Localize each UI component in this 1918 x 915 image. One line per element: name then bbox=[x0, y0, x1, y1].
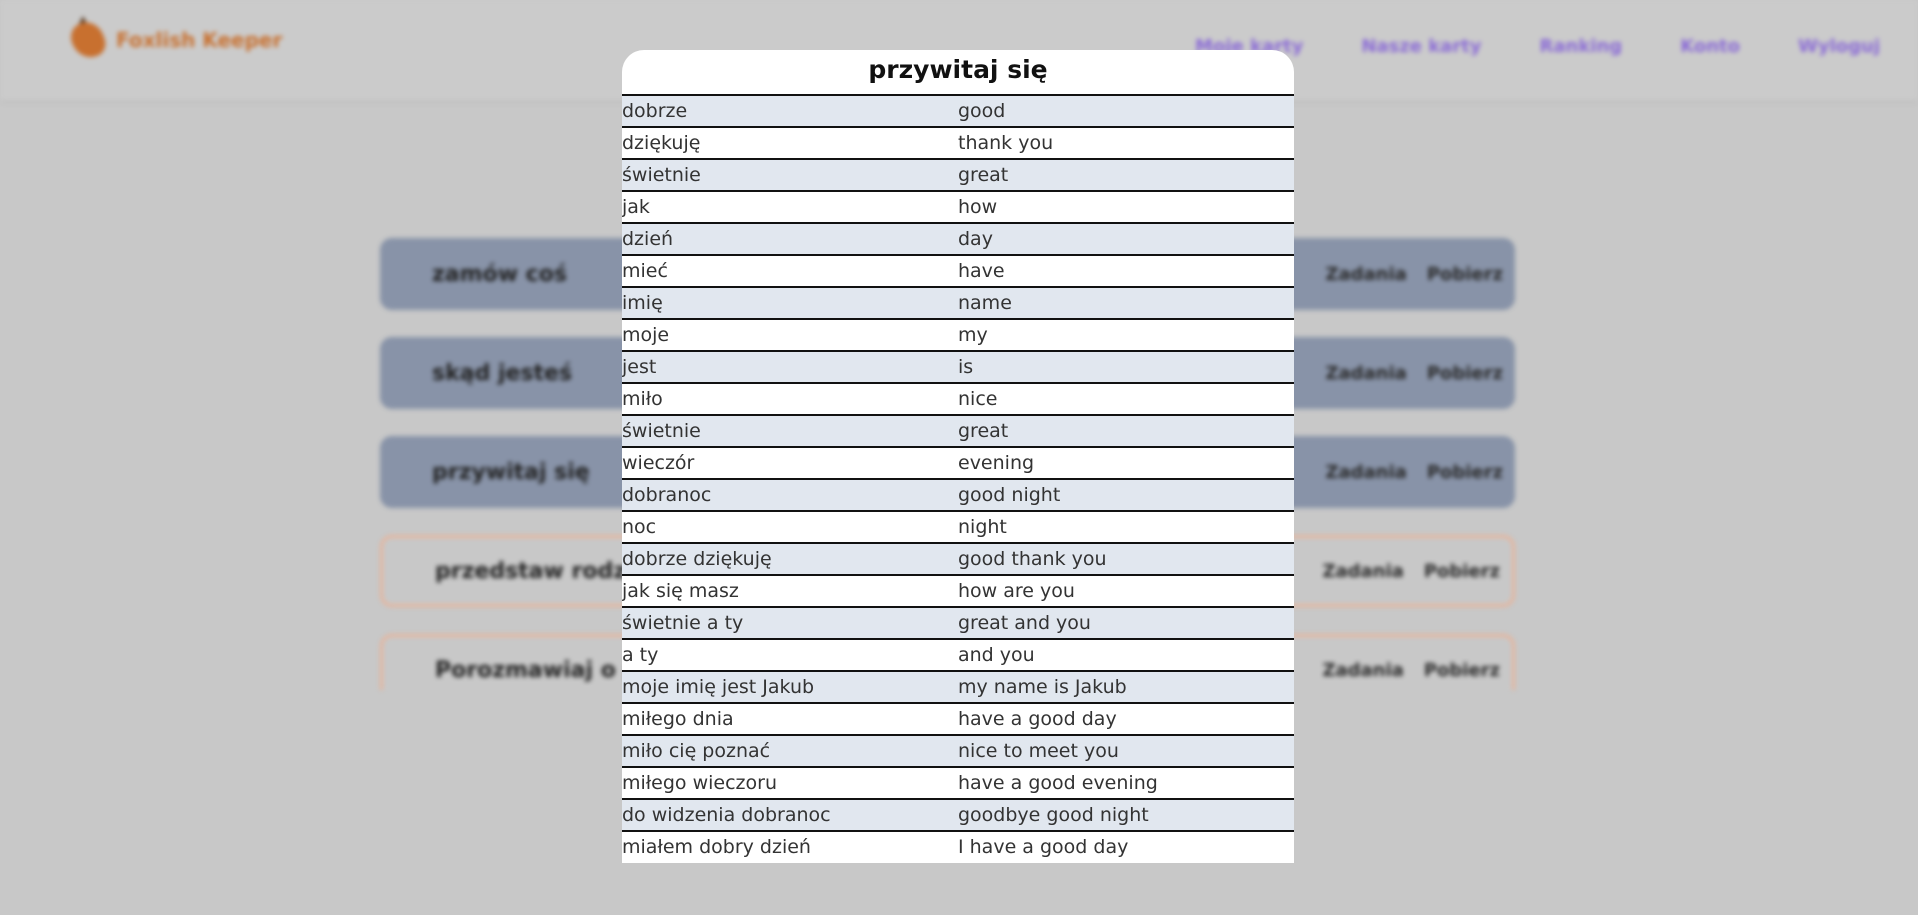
deck-download-link[interactable]: Pobierz bbox=[1424, 660, 1500, 681]
nav-link-our-cards[interactable]: Nasze karty bbox=[1361, 36, 1481, 57]
logo[interactable]: Foxlish Keeper bbox=[66, 14, 282, 66]
deck-tasks-link[interactable]: Zadania bbox=[1325, 363, 1406, 384]
word-polish: mieć bbox=[622, 260, 668, 282]
word-row: dobrze good bbox=[622, 94, 1294, 126]
word-row: jest is bbox=[622, 350, 1294, 382]
nav-link-logout[interactable]: Wyloguj bbox=[1798, 36, 1880, 57]
word-english: my name is Jakub bbox=[958, 676, 1127, 698]
word-polish: jest bbox=[622, 356, 657, 378]
nav-link-account[interactable]: Konto bbox=[1680, 36, 1740, 57]
word-english: have bbox=[958, 260, 1005, 282]
word-row: dobrze dziękuję good thank you bbox=[622, 542, 1294, 574]
word-row: miło cię poznać nice to meet you bbox=[622, 734, 1294, 766]
word-polish: miło cię poznać bbox=[622, 740, 771, 762]
word-english: great and you bbox=[958, 612, 1091, 634]
deck-tasks-link[interactable]: Zadania bbox=[1322, 660, 1403, 681]
word-english: thank you bbox=[958, 132, 1054, 154]
word-row: imię name bbox=[622, 286, 1294, 318]
word-row: do widzenia dobranoc goodbye good night bbox=[622, 798, 1294, 830]
nav-link-ranking[interactable]: Ranking bbox=[1540, 36, 1623, 57]
deck-tasks-link[interactable]: Zadania bbox=[1325, 264, 1406, 285]
word-polish: jak się masz bbox=[622, 580, 739, 602]
word-english: night bbox=[958, 516, 1007, 538]
vocabulary-modal: przywitaj się dobrze good dziękuję thank yo… bbox=[622, 50, 1294, 863]
word-row: miłego wieczoru have a good evening bbox=[622, 766, 1294, 798]
word-english: goodbye good night bbox=[958, 804, 1149, 826]
deck-download-link[interactable]: Pobierz bbox=[1427, 363, 1503, 384]
word-polish: dobrze bbox=[622, 100, 688, 122]
word-row: miałem dobry dzień I have a good day bbox=[622, 830, 1294, 862]
word-english: great bbox=[958, 164, 1009, 186]
word-polish: imię bbox=[622, 292, 663, 314]
word-polish: miłego wieczoru bbox=[622, 772, 778, 794]
word-row: a ty and you bbox=[622, 638, 1294, 670]
deck-tasks-link[interactable]: Zadania bbox=[1322, 561, 1403, 582]
word-row: dobranoc good night bbox=[622, 478, 1294, 510]
deck-download-link[interactable]: Pobierz bbox=[1424, 561, 1500, 582]
word-row: jak się masz how are you bbox=[622, 574, 1294, 606]
word-english: have a good evening bbox=[958, 772, 1158, 794]
word-row: moje imię jest Jakub my name is Jakub bbox=[622, 670, 1294, 702]
word-polish: dobrze dziękuję bbox=[622, 548, 772, 570]
word-row: dzień day bbox=[622, 222, 1294, 254]
word-row: miło nice bbox=[622, 382, 1294, 414]
word-polish: miło bbox=[622, 388, 663, 410]
word-polish: noc bbox=[622, 516, 657, 538]
word-english: day bbox=[958, 228, 993, 250]
word-polish: świetnie bbox=[622, 164, 701, 186]
deck-download-link[interactable]: Pobierz bbox=[1427, 462, 1503, 483]
word-english: how are you bbox=[958, 580, 1075, 602]
deck-tasks-link[interactable]: Zadania bbox=[1325, 462, 1406, 483]
word-english: and you bbox=[958, 644, 1035, 666]
word-polish: dzień bbox=[622, 228, 674, 250]
word-polish: świetnie bbox=[622, 420, 701, 442]
brand-name: Foxlish Keeper bbox=[116, 28, 283, 52]
word-row: dziękuję thank you bbox=[622, 126, 1294, 158]
word-english: my bbox=[958, 324, 988, 346]
word-polish: dziękuję bbox=[622, 132, 701, 154]
nav-links: Moje karty Nasze karty Ranking Konto Wyl… bbox=[1195, 36, 1880, 57]
word-row: miłego dnia have a good day bbox=[622, 702, 1294, 734]
deck-download-link[interactable]: Pobierz bbox=[1427, 264, 1503, 285]
word-english: nice bbox=[958, 388, 998, 410]
word-polish: moje imię jest Jakub bbox=[622, 676, 815, 698]
word-english: how bbox=[958, 196, 998, 218]
word-row: moje my bbox=[622, 318, 1294, 350]
word-english: good bbox=[958, 100, 1006, 122]
word-english: evening bbox=[958, 452, 1035, 474]
word-row: jak how bbox=[622, 190, 1294, 222]
word-row: mieć have bbox=[622, 254, 1294, 286]
word-polish: dobranoc bbox=[622, 484, 712, 506]
word-polish: wieczór bbox=[622, 452, 695, 474]
word-english: have a good day bbox=[958, 708, 1117, 730]
word-english: I have a good day bbox=[958, 836, 1129, 858]
word-row: świetnie great bbox=[622, 158, 1294, 190]
word-polish: moje bbox=[622, 324, 670, 346]
word-polish: miałem dobry dzień bbox=[622, 836, 811, 858]
word-list: dobrze good dziękuję thank you świetnie great… bbox=[622, 94, 1294, 862]
word-english: nice to meet you bbox=[958, 740, 1119, 762]
word-row: wieczór evening bbox=[622, 446, 1294, 478]
word-english: good thank you bbox=[958, 548, 1107, 570]
word-polish: świetnie a ty bbox=[622, 612, 744, 634]
fox-logo-icon bbox=[66, 14, 110, 66]
word-row: świetnie great bbox=[622, 414, 1294, 446]
word-row: noc night bbox=[622, 510, 1294, 542]
word-english: great bbox=[958, 420, 1009, 442]
word-polish: a ty bbox=[622, 644, 659, 666]
word-polish: jak bbox=[622, 196, 650, 218]
modal-title: przywitaj się bbox=[868, 55, 1048, 84]
word-english: name bbox=[958, 292, 1012, 314]
word-row: świetnie a ty great and you bbox=[622, 606, 1294, 638]
word-english: is bbox=[958, 356, 974, 378]
word-english: good night bbox=[958, 484, 1061, 506]
word-polish: miłego dnia bbox=[622, 708, 734, 730]
word-polish: do widzenia dobranoc bbox=[622, 804, 831, 826]
